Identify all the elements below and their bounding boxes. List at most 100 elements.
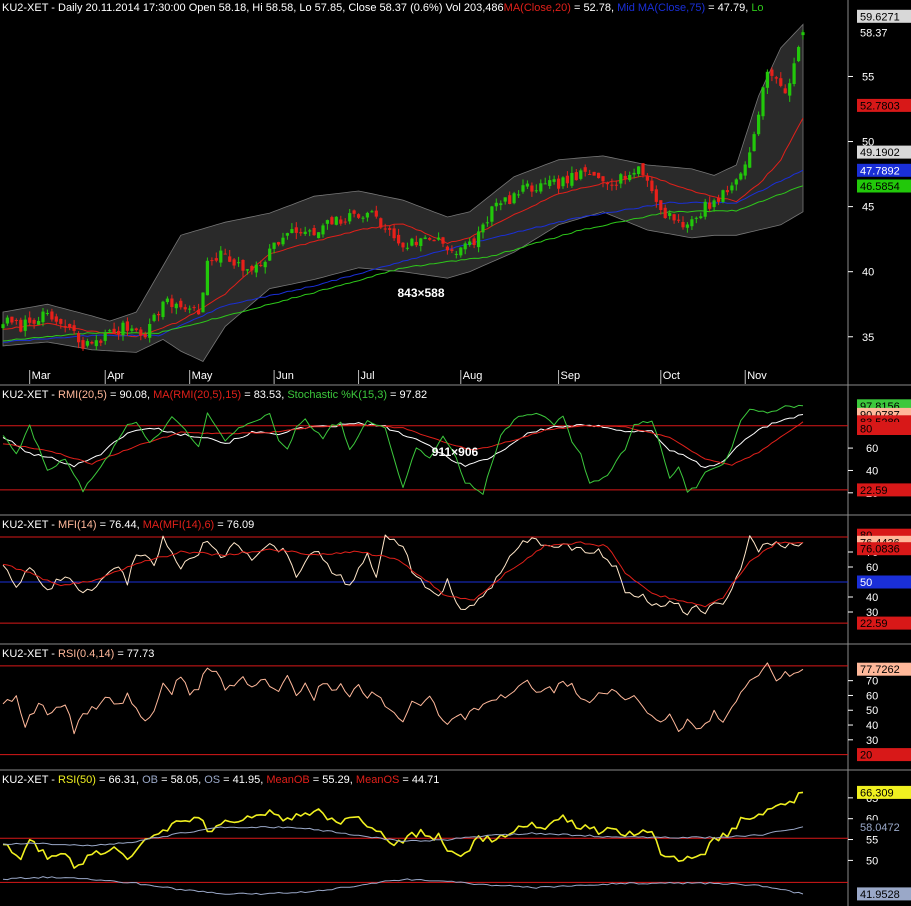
candle-body[interactable] xyxy=(588,174,592,175)
candle-body[interactable] xyxy=(28,317,32,323)
candle-body[interactable] xyxy=(228,256,232,262)
candle-body[interactable] xyxy=(472,238,476,245)
candle-body[interactable] xyxy=(325,220,329,224)
candle-body[interactable] xyxy=(499,203,503,206)
candle-body[interactable] xyxy=(130,328,134,331)
candle-body[interactable] xyxy=(370,211,374,213)
candle-body[interactable] xyxy=(183,307,187,310)
candle-body[interactable] xyxy=(539,183,543,192)
candle-body[interactable] xyxy=(463,243,467,250)
candle-body[interactable] xyxy=(530,185,534,192)
candle-body[interactable] xyxy=(352,210,356,214)
candle-body[interactable] xyxy=(259,265,263,266)
candle-body[interactable] xyxy=(148,324,152,338)
candle-body[interactable] xyxy=(188,308,192,310)
candle-body[interactable] xyxy=(392,228,396,239)
candle-body[interactable] xyxy=(277,242,281,245)
candle-body[interactable] xyxy=(779,78,783,86)
candle-body[interactable] xyxy=(245,269,249,271)
candle-body[interactable] xyxy=(312,228,316,236)
candle-body[interactable] xyxy=(192,307,196,309)
candle-body[interactable] xyxy=(361,217,365,219)
candle-body[interactable] xyxy=(597,172,601,179)
candle-body[interactable] xyxy=(477,231,481,248)
candle-body[interactable] xyxy=(201,292,205,313)
candle-body[interactable] xyxy=(437,237,441,240)
candle-body[interactable] xyxy=(108,330,112,332)
candle-body[interactable] xyxy=(157,314,161,316)
candle-body[interactable] xyxy=(1,324,5,329)
candle-body[interactable] xyxy=(50,311,54,320)
candle-body[interactable] xyxy=(232,259,236,266)
candle-body[interactable] xyxy=(654,189,658,202)
candle-body[interactable] xyxy=(357,214,361,218)
candle-body[interactable] xyxy=(641,163,645,176)
candle-body[interactable] xyxy=(708,202,712,209)
candle-body[interactable] xyxy=(223,253,227,255)
candle-body[interactable] xyxy=(757,114,761,135)
candle-body[interactable] xyxy=(94,340,98,347)
candle-body[interactable] xyxy=(508,195,512,204)
stock-chart[interactable]: 35 40 45 50 55 Mar Apr May Jun Jul Aug Sep Oct Nov KU2… xyxy=(0,0,911,906)
candle-body[interactable] xyxy=(605,183,609,185)
candle-body[interactable] xyxy=(388,228,392,230)
candle-body[interactable] xyxy=(414,241,418,246)
candle-body[interactable] xyxy=(143,334,147,338)
candle-body[interactable] xyxy=(428,238,432,240)
candle-body[interactable] xyxy=(614,184,618,186)
candle-body[interactable] xyxy=(303,231,307,234)
candle-body[interactable] xyxy=(19,319,23,332)
candle-body[interactable] xyxy=(783,88,787,94)
candle-body[interactable] xyxy=(748,152,752,168)
candle-body[interactable] xyxy=(99,340,103,343)
candle-body[interactable] xyxy=(525,183,529,187)
candle-body[interactable] xyxy=(503,197,507,202)
candle-body[interactable] xyxy=(294,227,298,233)
candle-body[interactable] xyxy=(792,63,796,84)
candle-body[interactable] xyxy=(801,32,805,36)
candle-body[interactable] xyxy=(543,183,547,185)
candle-body[interactable] xyxy=(263,261,267,268)
candle-body[interactable] xyxy=(637,166,641,174)
candle-body[interactable] xyxy=(348,213,352,222)
candle-body[interactable] xyxy=(401,242,405,248)
candle-body[interactable] xyxy=(570,173,574,186)
candle-body[interactable] xyxy=(161,301,165,317)
candle-body[interactable] xyxy=(205,260,209,296)
candle-body[interactable] xyxy=(690,219,694,227)
candle-body[interactable] xyxy=(214,258,218,261)
candle-body[interactable] xyxy=(650,180,654,191)
candle-body[interactable] xyxy=(765,71,769,88)
candle-body[interactable] xyxy=(734,179,738,185)
candle-body[interactable] xyxy=(374,210,378,217)
candle-body[interactable] xyxy=(623,175,627,179)
candle-body[interactable] xyxy=(125,321,129,331)
candle-body[interactable] xyxy=(23,319,27,331)
candle-body[interactable] xyxy=(165,298,169,303)
candle-body[interactable] xyxy=(628,175,632,181)
candle-body[interactable] xyxy=(721,190,725,202)
candle-body[interactable] xyxy=(521,185,525,192)
candle-body[interactable] xyxy=(285,233,289,236)
candle-body[interactable] xyxy=(534,190,538,192)
candle-body[interactable] xyxy=(343,221,347,223)
candle-body[interactable] xyxy=(645,176,649,181)
candle-body[interactable] xyxy=(14,320,18,321)
candle-body[interactable] xyxy=(685,224,689,228)
candle-body[interactable] xyxy=(85,341,89,346)
candle-body[interactable] xyxy=(454,253,458,255)
candle-body[interactable] xyxy=(268,248,272,261)
candle-body[interactable] xyxy=(59,319,63,324)
candle-body[interactable] xyxy=(459,247,463,256)
candle-body[interactable] xyxy=(677,219,681,221)
candle-body[interactable] xyxy=(272,242,276,249)
candle-body[interactable] xyxy=(561,177,565,187)
candle-body[interactable] xyxy=(432,240,436,242)
candle-body[interactable] xyxy=(379,218,383,228)
candle-body[interactable] xyxy=(41,311,45,323)
candle-body[interactable] xyxy=(152,314,156,321)
candle-body[interactable] xyxy=(45,313,49,314)
candle-body[interactable] xyxy=(485,222,489,224)
candle-body[interactable] xyxy=(339,219,343,224)
candle-body[interactable] xyxy=(583,167,587,172)
